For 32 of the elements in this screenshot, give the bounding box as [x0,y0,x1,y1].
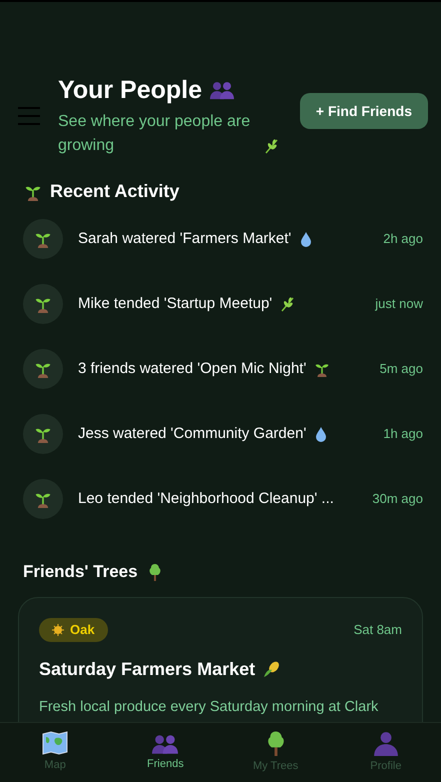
activity-text: Leo tended 'Neighborhood Cleanup' ... [78,488,334,509]
page-title: Your People [58,75,202,106]
find-friends-button[interactable]: + Find Friends [300,93,428,129]
activity-text: Sarah watered 'Farmers Market' [78,228,292,249]
activity-time: 2h ago [383,230,423,248]
tree-card[interactable]: Oak Sat 8am Saturday Farmers Market Fresh local produce every Saturday morning at Clark [18,596,423,722]
person-icon [372,730,399,756]
activity-time: just now [375,295,423,314]
people-icon [210,80,234,100]
sun-icon [52,624,64,636]
page-subtitle: See where your people are growing [58,112,252,156]
tree-title: Saturday Farmers Market [39,658,256,681]
herb-icon [280,296,296,312]
activity-text: 3 friends watered 'Open Mic Night' [78,358,306,379]
water-drop-icon [314,426,328,442]
corn-icon [263,660,282,678]
section-title: Recent Activity [50,180,180,203]
activity-text: Jess watered 'Community Garden' [78,424,306,444]
tree-time: Sat 8am [354,620,402,639]
herb-icon [264,138,280,154]
menu-icon[interactable] [18,107,40,125]
activity-text: Mike tended 'Startup Meetup' [78,294,272,314]
tree-description: Fresh local produce every Saturday morning at Clark [39,698,380,716]
map-icon [42,731,68,756]
water-drop-icon [299,231,314,247]
tree-badge: Oak [39,618,108,642]
activity-time: 5m ago [380,360,423,378]
section-title: Friends' Trees [23,561,138,583]
activity-time: 30m ago [372,490,423,508]
nav-tab[interactable]: Friends [110,723,220,782]
people-icon [152,732,178,754]
activity-time: 1h ago [383,425,423,444]
